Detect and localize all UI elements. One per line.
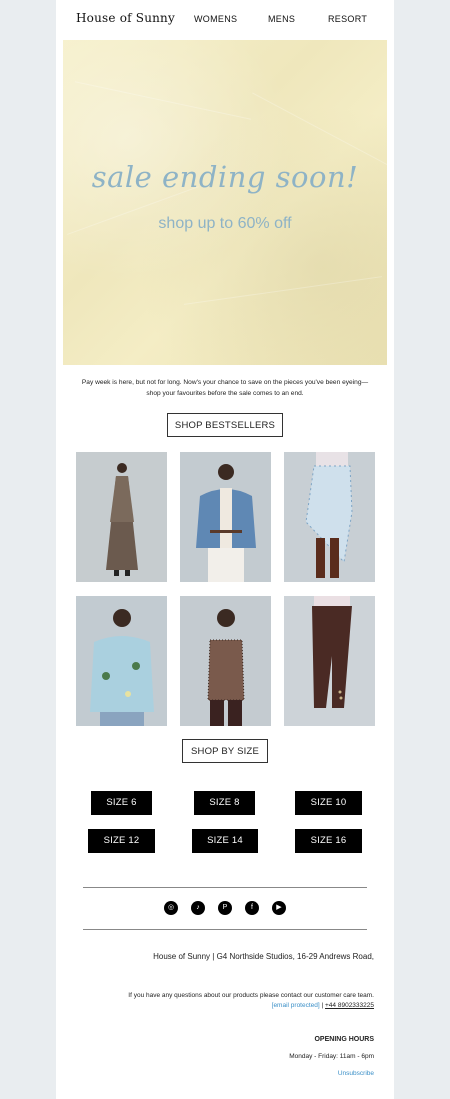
product-image bbox=[90, 609, 154, 726]
product-image bbox=[305, 452, 353, 578]
hero-banner[interactable]: sale ending soon! shop up to 60% off bbox=[63, 40, 387, 365]
product-tile-3[interactable] bbox=[284, 452, 375, 582]
product-tile-2[interactable] bbox=[180, 452, 271, 582]
tiktok-icon[interactable]: ♪ bbox=[191, 901, 205, 915]
product-tile-5[interactable] bbox=[180, 596, 271, 726]
size-6-button[interactable]: SIZE 6 bbox=[91, 791, 152, 815]
product-tile-1[interactable] bbox=[76, 452, 167, 582]
intro-line-1: Pay week is here, but not for long. Now'… bbox=[81, 379, 369, 386]
size-12-button[interactable]: SIZE 12 bbox=[88, 829, 155, 853]
footer-questions: If you have any questions about our prod… bbox=[128, 992, 374, 999]
size-10-button[interactable]: SIZE 10 bbox=[295, 791, 362, 815]
opening-hours-text: Monday - Friday: 11am - 6pm bbox=[289, 1053, 374, 1060]
intro-text: Pay week is here, but not for long. Now'… bbox=[76, 377, 374, 399]
product-image bbox=[196, 464, 256, 582]
nav-womens[interactable]: WOMENS bbox=[194, 14, 237, 24]
facebook-icon[interactable]: f bbox=[245, 901, 259, 915]
shop-by-size-button[interactable]: SHOP BY SIZE bbox=[182, 739, 268, 763]
footer-phone-link[interactable]: +44 8902333225 bbox=[325, 1002, 374, 1009]
product-tile-6[interactable] bbox=[284, 596, 375, 726]
nav-mens[interactable]: MENS bbox=[268, 14, 295, 24]
product-image bbox=[207, 609, 245, 726]
size-8-button[interactable]: SIZE 8 bbox=[194, 791, 255, 815]
nav-resort[interactable]: RESORT bbox=[328, 14, 367, 24]
footer-email-link[interactable]: [email protected] bbox=[272, 1002, 320, 1009]
opening-hours-title: OPENING HOURS bbox=[314, 1036, 374, 1043]
divider-top bbox=[83, 887, 367, 888]
size-14-button[interactable]: SIZE 14 bbox=[192, 829, 258, 853]
instagram-icon[interactable]: ◎ bbox=[164, 901, 178, 915]
hero-headline: sale ending soon! bbox=[91, 160, 359, 194]
brand-logo[interactable]: House of Sunny bbox=[76, 11, 175, 25]
footer-address: House of Sunny | G4 Northside Studios, 1… bbox=[153, 952, 374, 961]
pinterest-icon[interactable]: P bbox=[218, 901, 232, 915]
unsubscribe-link[interactable]: Unsubscribe bbox=[338, 1070, 374, 1077]
footer-contact: [email protected] | +44 8902333225 bbox=[272, 1002, 374, 1009]
shop-bestsellers-button[interactable]: SHOP BESTSELLERS bbox=[167, 413, 283, 437]
youtube-icon[interactable]: ▶ bbox=[272, 901, 286, 915]
divider-bottom bbox=[83, 929, 367, 930]
product-tile-4[interactable] bbox=[76, 596, 167, 726]
product-image bbox=[106, 463, 138, 576]
hero-subhead: shop up to 60% off bbox=[158, 215, 292, 232]
intro-line-2: shop your favourites before the sale com… bbox=[146, 390, 304, 397]
size-16-button[interactable]: SIZE 16 bbox=[295, 829, 362, 853]
email-body: House of Sunny WOMENS MENS RESORT sale e… bbox=[56, 0, 394, 1099]
product-image bbox=[312, 596, 352, 708]
